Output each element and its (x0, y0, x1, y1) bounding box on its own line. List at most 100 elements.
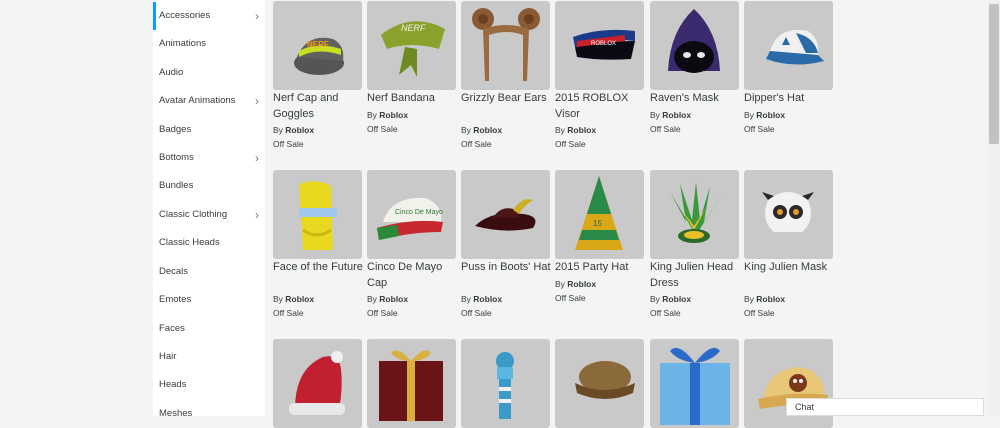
sidebar-item-emotes[interactable]: Emotes (153, 286, 265, 314)
creator-link[interactable]: Roblox (473, 125, 502, 135)
sidebar-item-accessories[interactable]: Accessories › (153, 2, 265, 30)
creator-link[interactable]: Roblox (285, 125, 314, 135)
creator-link[interactable]: Roblox (379, 110, 408, 120)
winter-scarf-thumbnail[interactable] (461, 339, 550, 428)
item-creator: By Roblox (461, 125, 551, 135)
santa-hat-thumbnail[interactable] (273, 339, 362, 428)
sidebar-item-avatar-animations[interactable]: Avatar Animations › (153, 87, 265, 115)
sidebar-item-label: Audio (159, 67, 184, 78)
sidebar-item-hair[interactable]: Hair (153, 343, 265, 371)
by-label: By (367, 110, 377, 120)
sidebar-item-label: Accessories (159, 10, 211, 21)
cinco-cap-thumbnail[interactable]: Cinco De Mayo (367, 170, 456, 259)
sidebar-item-label: Heads (159, 379, 187, 390)
sidebar-item-heads[interactable]: Heads (153, 371, 265, 399)
creator-link[interactable]: Roblox (662, 110, 691, 120)
puss-hat-thumbnail[interactable] (461, 170, 550, 259)
svg-text:NERF: NERF (307, 40, 329, 49)
item-creator: By Roblox (744, 110, 834, 120)
sidebar-item-audio[interactable]: Audio (153, 59, 265, 87)
item-name[interactable]: Puss in Boots' Hat (461, 260, 551, 276)
item-name[interactable]: Dipper's Hat (744, 91, 834, 107)
item-creator: By Roblox (555, 125, 645, 135)
by-label: By (367, 294, 377, 304)
item-price: Off Sale (367, 308, 398, 318)
sidebar-item-classic-clothing[interactable]: Classic Clothing › (153, 201, 265, 229)
nerf-bandana-thumbnail[interactable]: NERF (367, 1, 456, 90)
sidebar-item-label: Bottoms (159, 152, 194, 163)
nerf-cap-thumbnail[interactable]: NERF (273, 1, 362, 90)
item-creator: By Roblox (555, 279, 645, 289)
scrollbar[interactable] (988, 0, 1000, 416)
item-name[interactable]: Nerf Cap and Goggles (273, 91, 363, 122)
creator-link[interactable]: Roblox (567, 279, 596, 289)
blue-gift-thumbnail[interactable] (650, 339, 739, 428)
item-creator: By Roblox (367, 294, 457, 304)
julien-mask-thumbnail[interactable] (744, 170, 833, 259)
sidebar-item-label: Meshes (159, 408, 193, 416)
sidebar-item-badges[interactable]: Badges (153, 116, 265, 144)
item-name[interactable]: Face of the Future (273, 260, 363, 276)
creator-link[interactable]: Roblox (379, 294, 408, 304)
item-price: Off Sale (461, 308, 492, 318)
item-name[interactable]: King Julien Mask (744, 260, 834, 276)
by-label: By (650, 294, 660, 304)
chevron-right-icon: › (255, 94, 259, 108)
creator-link[interactable]: Roblox (756, 294, 785, 304)
by-label: By (555, 279, 565, 289)
sidebar-item-bundles[interactable]: Bundles (153, 172, 265, 200)
item-price: Off Sale (555, 293, 586, 303)
sidebar-item-classic-heads[interactable]: Classic Heads (153, 229, 265, 257)
sidebar-item-label: Faces (159, 323, 185, 334)
dipper-hat-thumbnail[interactable] (744, 1, 833, 90)
chat-bar[interactable]: Chat (786, 398, 984, 416)
face-future-thumbnail[interactable] (273, 170, 362, 259)
sidebar-item-label: Classic Heads (159, 237, 220, 248)
item-price: Off Sale (650, 308, 681, 318)
sidebar-item-label: Emotes (159, 294, 192, 305)
item-name[interactable]: King Julien Head Dress (650, 260, 740, 291)
chevron-right-icon: › (255, 208, 259, 222)
item-price: Off Sale (744, 124, 775, 134)
visor-thumbnail[interactable]: ROBLOX (555, 1, 644, 90)
sidebar-item-faces[interactable]: Faces (153, 315, 265, 343)
item-name[interactable]: Raven's Mask (650, 91, 740, 107)
sidebar-item-label: Decals (159, 266, 189, 277)
brown-cap-thumbnail[interactable] (555, 339, 644, 428)
party-hat-thumbnail[interactable]: 15 (555, 170, 644, 259)
sidebar-item-decals[interactable]: Decals (153, 258, 265, 286)
bear-ears-thumbnail[interactable] (461, 1, 550, 90)
svg-text:NERF: NERF (401, 23, 426, 33)
item-name[interactable]: Cinco De Mayo Cap (367, 260, 457, 291)
creator-link[interactable]: Roblox (756, 110, 785, 120)
item-name[interactable]: Nerf Bandana (367, 91, 457, 107)
by-label: By (744, 294, 754, 304)
sidebar-item-animations[interactable]: Animations (153, 30, 265, 58)
sidebar-item-label: Classic Clothing (159, 209, 228, 220)
julien-headdress-thumbnail[interactable] (650, 170, 739, 259)
chat-label: Chat (795, 402, 815, 412)
svg-text:ROBLOX: ROBLOX (591, 41, 616, 47)
creator-link[interactable]: Roblox (285, 294, 314, 304)
gift-box-thumbnail[interactable] (367, 339, 456, 428)
item-price: Off Sale (367, 124, 398, 134)
item-creator: By Roblox (744, 294, 834, 304)
item-name[interactable]: 2015 Party Hat (555, 260, 645, 276)
item-creator: By Roblox (273, 125, 363, 135)
creator-link[interactable]: Roblox (473, 294, 502, 304)
raven-mask-thumbnail[interactable] (650, 1, 739, 90)
item-name[interactable]: 2015 ROBLOX Visor (555, 91, 645, 122)
sidebar-item-label: Hair (159, 351, 177, 362)
sidebar-item-meshes[interactable]: Meshes (153, 400, 265, 416)
item-creator: By Roblox (650, 110, 740, 120)
item-name[interactable]: Grizzly Bear Ears (461, 91, 551, 107)
item-price: Off Sale (650, 124, 681, 134)
sidebar-item-bottoms[interactable]: Bottoms › (153, 144, 265, 172)
creator-link[interactable]: Roblox (567, 125, 596, 135)
sidebar-item-label: Animations (159, 38, 206, 49)
scrollbar-thumb[interactable] (989, 4, 999, 144)
sidebar-item-label: Badges (159, 124, 192, 135)
item-creator: By Roblox (650, 294, 740, 304)
creator-link[interactable]: Roblox (662, 294, 691, 304)
by-label: By (650, 110, 660, 120)
